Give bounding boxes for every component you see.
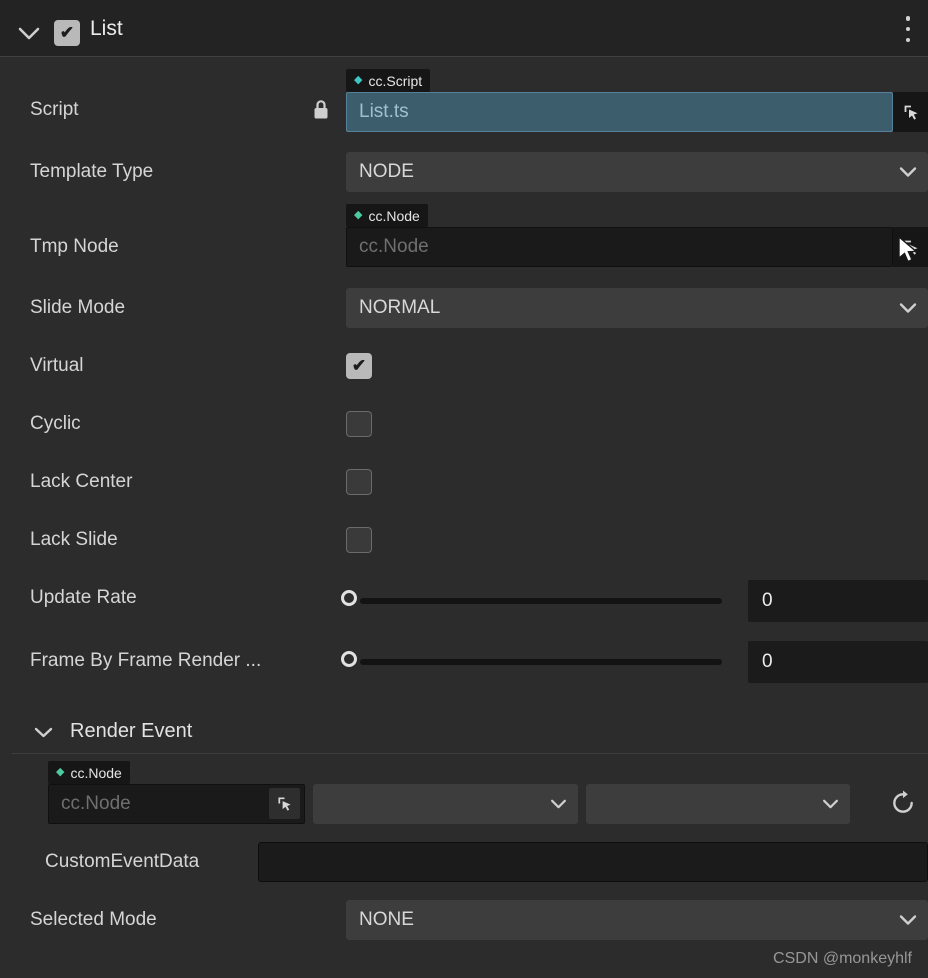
frame-by-frame-slider-track[interactable]: [360, 659, 722, 665]
script-type-tag: ◆ cc.Script: [346, 69, 431, 92]
tmp-node-field[interactable]: cc.Node: [346, 227, 893, 267]
inspector-panel: List Script ◆ cc.Script List.ts Template…: [0, 0, 928, 978]
lack-center-label: Lack Center: [30, 471, 133, 492]
frame-by-frame-label: Frame By Frame Render ...: [30, 650, 262, 671]
script-label: Script: [30, 99, 79, 120]
refresh-icon[interactable]: [890, 790, 916, 816]
frame-by-frame-value: 0: [762, 651, 773, 672]
render-event-collapse-chevron-icon[interactable]: [34, 727, 53, 738]
slide-mode-dropdown[interactable]: NORMAL: [346, 288, 928, 328]
chevron-down-icon: [899, 167, 917, 177]
tmp-node-placeholder: cc.Node: [359, 236, 429, 257]
chevron-down-icon: [899, 303, 917, 313]
lock-icon[interactable]: [313, 99, 329, 120]
render-event-node-placeholder: cc.Node: [61, 793, 131, 814]
template-type-label: Template Type: [30, 161, 154, 182]
lack-slide-checkbox[interactable]: [346, 527, 372, 553]
custom-event-data-input[interactable]: [258, 842, 928, 882]
header-collapse-chevron-icon[interactable]: [18, 27, 40, 40]
custom-event-data-label: CustomEventData: [45, 851, 200, 872]
node-diamond-icon: ◆: [354, 209, 363, 221]
virtual-label: Virtual: [30, 355, 84, 376]
render-event-handler-dropdown[interactable]: [586, 784, 850, 824]
script-picker-button[interactable]: [893, 92, 928, 132]
script-asset-field[interactable]: List.ts: [346, 92, 893, 132]
component-header: List: [0, 0, 928, 57]
picker-icon: [904, 105, 917, 120]
virtual-checkbox[interactable]: [346, 353, 372, 379]
slide-mode-label: Slide Mode: [30, 297, 126, 318]
update-rate-value: 0: [762, 590, 773, 611]
picker-icon: [278, 797, 291, 811]
tmp-node-type-tag-label: cc.Node: [368, 207, 420, 224]
tmp-node-label: Tmp Node: [30, 236, 119, 257]
component-title: List: [90, 17, 123, 40]
render-event-node-type-tag-label: cc.Node: [70, 764, 122, 781]
cyclic-label: Cyclic: [30, 413, 81, 434]
render-event-component-dropdown[interactable]: [313, 784, 578, 824]
update-rate-value-field[interactable]: 0: [748, 580, 928, 622]
lack-slide-label: Lack Slide: [30, 529, 118, 550]
update-rate-label: Update Rate: [30, 587, 137, 608]
chevron-down-icon: [899, 915, 917, 925]
lack-center-checkbox[interactable]: [346, 469, 372, 495]
chevron-down-icon: [823, 799, 838, 809]
selected-mode-value: NONE: [359, 909, 414, 930]
update-rate-slider-track[interactable]: [360, 598, 722, 604]
tmp-node-type-tag: ◆ cc.Node: [346, 204, 428, 227]
section-divider: [12, 753, 928, 754]
selected-mode-label: Selected Mode: [30, 909, 157, 930]
template-type-dropdown[interactable]: NODE: [346, 152, 928, 192]
frame-by-frame-value-field[interactable]: 0: [748, 641, 928, 683]
frame-by-frame-slider-knob[interactable]: [341, 651, 357, 667]
cyclic-checkbox[interactable]: [346, 411, 372, 437]
render-event-node-field[interactable]: cc.Node: [48, 784, 305, 824]
selected-mode-dropdown[interactable]: NONE: [346, 900, 928, 940]
template-type-value: NODE: [359, 161, 414, 182]
kebab-menu-icon[interactable]: [905, 16, 911, 42]
mouse-cursor: [898, 236, 918, 263]
render-event-node-picker-button[interactable]: [269, 788, 300, 819]
slide-mode-value: NORMAL: [359, 297, 441, 318]
render-event-title[interactable]: Render Event: [70, 720, 192, 743]
asset-diamond-icon: ◆: [354, 74, 363, 86]
chevron-down-icon: [551, 799, 566, 809]
update-rate-slider-knob[interactable]: [341, 590, 357, 606]
script-type-tag-label: cc.Script: [368, 72, 423, 89]
component-enabled-checkbox[interactable]: [54, 20, 80, 46]
render-event-node-type-tag: ◆ cc.Node: [48, 761, 130, 784]
script-asset-value: List.ts: [359, 101, 409, 122]
watermark: CSDN @monkeyhlf: [773, 950, 912, 967]
node-diamond-icon: ◆: [56, 766, 65, 778]
